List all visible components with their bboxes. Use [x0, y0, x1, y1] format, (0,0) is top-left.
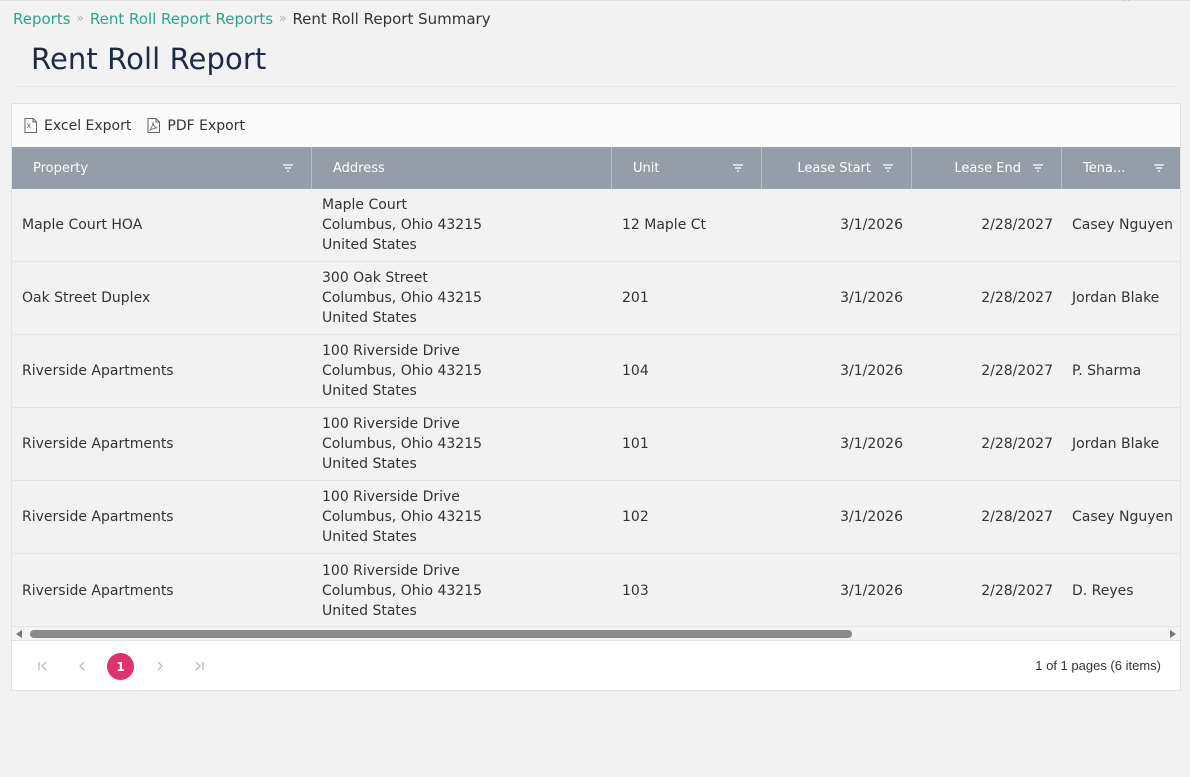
next-page-icon[interactable] [150, 656, 170, 676]
cell-property: Riverside Apartments [22, 363, 174, 379]
excel-export-button[interactable]: X Excel Export [24, 118, 131, 134]
cell-lease-start: 3/1/2026 [840, 582, 903, 599]
cell-lease-start: 3/1/2026 [840, 290, 903, 306]
page-title: Rent Roll Report [31, 42, 267, 76]
filter-icon[interactable] [1150, 164, 1168, 172]
cell-unit: 104 [622, 363, 649, 379]
table-row[interactable]: Riverside Apartments 100 Riverside Drive… [12, 408, 1180, 481]
cell-lease-end: 2/28/2027 [981, 582, 1053, 599]
column-header-address[interactable]: Address [312, 147, 612, 189]
cell-lease-end: 2/28/2027 [981, 217, 1053, 233]
cell-lease-start: 3/1/2026 [840, 363, 903, 379]
table-row[interactable]: Maple Court HOA Maple Court Columbus, Ohi… [12, 189, 1180, 262]
cell-property: Oak Street Duplex [22, 290, 151, 306]
breadcrumb-link-reports[interactable]: Reports [13, 10, 71, 28]
cell-lease-end: 2/28/2027 [981, 290, 1053, 306]
cell-tenant: Jordan Blake [1072, 290, 1160, 306]
title-divider [15, 86, 1175, 87]
top-divider [0, 0, 1190, 1]
cell-lease-start: 3/1/2026 [840, 436, 903, 452]
cell-unit: 102 [622, 509, 649, 525]
table-row[interactable]: Riverside Apartments 100 Riverside Drive… [12, 481, 1180, 554]
cell-unit: 101 [622, 436, 649, 452]
cell-property: Maple Court HOA [22, 217, 143, 233]
grid-header-row: Property Address Unit Lease Start Lease … [12, 147, 1180, 189]
filter-icon[interactable] [729, 164, 747, 172]
cell-address: 100 Riverside Drive Columbus, Ohio 43215 U… [322, 416, 483, 472]
cell-tenant: D. Reyes [1072, 582, 1134, 599]
scrollbar-thumb[interactable] [30, 630, 852, 638]
report-grid-panel: X Excel Export PDF Export Property Addre… [11, 103, 1181, 691]
pager: 1 1 of 1 pages (6 items) [12, 641, 1180, 691]
cell-property: Riverside Apartments [22, 582, 174, 599]
cell-lease-start: 3/1/2026 [840, 217, 903, 233]
cell-tenant: Casey Nguyen [1072, 217, 1174, 233]
cell-unit: 12 Maple Ct [622, 217, 707, 233]
last-page-icon[interactable] [189, 656, 209, 676]
scroll-right-icon[interactable] [1168, 629, 1178, 639]
prev-page-icon[interactable] [72, 656, 92, 676]
filter-icon[interactable] [879, 164, 897, 172]
cell-lease-end: 2/28/2027 [981, 509, 1053, 525]
breadcrumb-current: Rent Roll Report Summary [292, 10, 491, 28]
cell-address: 100 Riverside Drive Columbus, Ohio 43215 U… [322, 489, 483, 545]
table-row[interactable]: Riverside Apartments 100 Riverside Drive… [12, 554, 1180, 626]
excel-export-label: Excel Export [44, 117, 132, 134]
table-row[interactable]: Riverside Apartments 100 Riverside Drive… [12, 335, 1180, 408]
breadcrumb: Reports » Rent Roll Report Reports » Ren… [13, 9, 491, 29]
cell-lease-end: 2/28/2027 [981, 363, 1053, 379]
svg-text:X: X [27, 122, 32, 130]
pdf-file-icon [147, 118, 161, 133]
pdf-export-label: PDF Export [167, 117, 245, 134]
pdf-export-button[interactable]: PDF Export [147, 118, 245, 134]
cell-tenant: Casey Nguyen [1072, 509, 1174, 525]
cell-address: 100 Riverside Drive Columbus, Ohio 43215 U… [322, 343, 483, 399]
chevron-right-icon: » [76, 11, 84, 25]
cell-tenant: Jordan Blake [1072, 436, 1160, 452]
cell-address: 100 Riverside Drive Columbus, Ohio 43215 U… [322, 562, 483, 619]
cell-address: 300 Oak Street Columbus, Ohio 43215 United… [322, 270, 483, 326]
filter-icon[interactable] [1029, 164, 1047, 172]
cell-address: Maple Court Columbus, Ohio 43215 United St… [322, 197, 483, 253]
cell-lease-end: 2/28/2027 [981, 436, 1053, 452]
filter-icon[interactable] [279, 164, 297, 172]
cell-unit: 103 [622, 582, 649, 599]
cell-tenant: P. Sharma [1072, 363, 1142, 379]
pager-summary: 1 of 1 pages (6 items) [1035, 658, 1161, 673]
excel-file-icon: X [24, 118, 37, 133]
column-header-property[interactable]: Property [12, 147, 312, 189]
scroll-left-icon[interactable] [14, 629, 24, 639]
page-number-current[interactable]: 1 [107, 653, 134, 680]
cell-property: Riverside Apartments [22, 436, 174, 452]
chevron-right-icon: » [279, 11, 287, 25]
column-header-lease-start[interactable]: Lease Start [762, 147, 912, 189]
first-page-icon[interactable] [33, 656, 53, 676]
breadcrumb-link-rent-roll-reports[interactable]: Rent Roll Report Reports [90, 10, 273, 28]
grid-toolbar: X Excel Export PDF Export [12, 104, 1180, 147]
column-header-lease-end[interactable]: Lease End [912, 147, 1062, 189]
cell-lease-start: 3/1/2026 [840, 509, 903, 525]
horizontal-scrollbar[interactable] [12, 626, 1180, 641]
cell-unit: 201 [622, 290, 649, 306]
column-header-unit[interactable]: Unit [612, 147, 762, 189]
table-row[interactable]: Oak Street Duplex 300 Oak Street Columbus… [12, 262, 1180, 335]
grid-body: Maple Court HOA Maple Court Columbus, Ohi… [12, 189, 1180, 626]
column-header-tenant[interactable]: Tena... [1062, 147, 1180, 189]
cell-property: Riverside Apartments [22, 509, 174, 525]
close-icon[interactable]: ✕ [1123, 0, 1131, 5]
